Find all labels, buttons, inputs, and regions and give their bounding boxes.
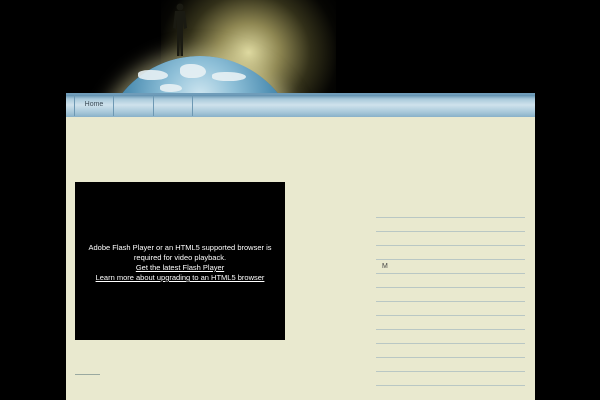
sidebar-row[interactable] [376,315,525,329]
upgrade-html5-link[interactable]: Learn more about upgrading to an HTML5 b… [96,273,265,283]
sidebar-row[interactable] [376,273,525,287]
nav-item-3[interactable] [154,95,193,116]
divider [75,374,100,375]
sidebar-row[interactable] [376,343,525,357]
sidebar-row[interactable] [376,371,525,385]
header-banner [66,0,535,94]
get-flash-link[interactable]: Get the latest Flash Player [136,263,224,273]
sidebar-row[interactable] [376,231,525,245]
sidebar-row[interactable] [376,301,525,315]
sidebar-row[interactable] [376,385,525,399]
sidebar-row[interactable] [376,217,525,231]
sidebar-list: M [376,217,525,399]
flash-required-message: Adobe Flash Player or an HTML5 supported… [88,243,272,262]
video-player[interactable]: Adobe Flash Player or an HTML5 supported… [75,182,285,340]
main-content: Adobe Flash Player or an HTML5 supported… [66,117,535,400]
sidebar-row[interactable]: M [376,259,525,273]
sidebar-row[interactable] [376,357,525,371]
sidebar-row[interactable] [376,245,525,259]
nav-bar: Home [66,93,535,117]
sidebar-row[interactable] [376,287,525,301]
nav-item-2[interactable] [113,95,154,116]
standing-man-silhouette [173,3,187,56]
sidebar-row[interactable] [376,329,525,343]
nav-item-home[interactable]: Home [74,95,114,116]
